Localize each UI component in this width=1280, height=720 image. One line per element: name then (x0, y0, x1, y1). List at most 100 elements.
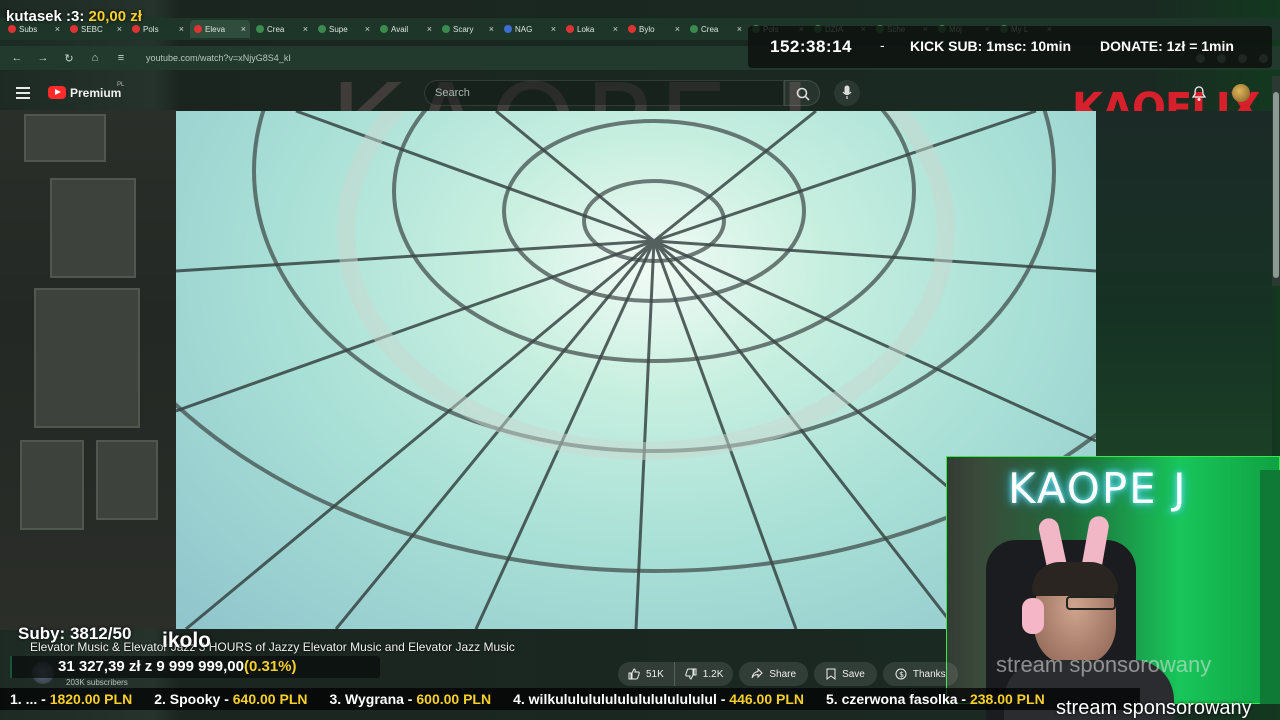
voice-search-button[interactable] (834, 80, 860, 106)
share-label: Share (769, 668, 797, 680)
leaderboard-amount: 600.00 PLN (416, 691, 492, 707)
donation-leaderboard: 1. ... - 1820.00 PLN 2. Spooky - 640.00 P… (0, 688, 1140, 710)
leaderboard-amount: 1820.00 PLN (49, 691, 133, 707)
save-label: Save (842, 668, 865, 680)
tab-label: Supe (329, 24, 348, 34)
close-tab-icon[interactable]: × (613, 24, 618, 34)
site-favicon-icon (318, 25, 326, 33)
tab-label: Crea (267, 24, 285, 34)
dislike-button[interactable]: 1.2K (673, 662, 734, 686)
browser-tab[interactable]: Loka × (562, 20, 622, 38)
close-tab-icon[interactable]: × (303, 24, 308, 34)
close-tab-icon[interactable]: × (55, 24, 60, 34)
room-background-right (1096, 111, 1272, 456)
close-tab-icon[interactable]: × (241, 24, 246, 34)
youtube-favicon-icon (70, 25, 78, 33)
forward-icon[interactable]: → (34, 52, 52, 64)
leaderboard-entry: 5. czerwona fasolka - 238.00 PLN (826, 691, 1045, 707)
close-tab-icon[interactable]: × (675, 24, 680, 34)
video-actions: 51K 1.2K Share Save $ Thanks (618, 662, 958, 686)
sponsor-label: stream sponsorowany (1056, 697, 1252, 719)
thumbs-down-icon (685, 668, 697, 680)
goal-percent: (0.31%) (243, 658, 297, 675)
bookmark-icon (826, 668, 836, 680)
leaderboard-name: 4. wilkululululululululululululul - (513, 691, 730, 707)
close-tab-icon[interactable]: × (427, 24, 432, 34)
hamburger-menu-icon[interactable] (16, 87, 30, 102)
account-avatar[interactable] (1232, 84, 1250, 102)
back-icon[interactable]: ← (8, 52, 26, 64)
subscriber-count: 203K subscribers (66, 678, 128, 687)
site-favicon-icon (256, 25, 264, 33)
like-dislike-group: 51K 1.2K (618, 662, 734, 686)
url-field[interactable]: youtube.com/watch?v=xNjyG8S4_kI (146, 53, 291, 63)
site-info-icon[interactable]: ≡ (112, 52, 130, 64)
scrollbar-thumb[interactable] (1273, 92, 1279, 278)
tab-label: Scary (453, 24, 474, 34)
browser-tab[interactable]: Crea × (252, 20, 312, 38)
poster (24, 114, 106, 162)
timer-separator: - (880, 37, 885, 53)
youtube-favicon-icon (8, 25, 16, 33)
site-favicon-icon (690, 25, 698, 33)
browser-tab[interactable]: Avail × (376, 20, 436, 38)
thanks-icon: $ (895, 668, 907, 680)
leaderboard-entry: 1. ... - 1820.00 PLN (10, 691, 132, 707)
leaderboard-entry: 4. wilkululululululululululululul - 446.… (513, 691, 804, 707)
search-button[interactable] (784, 80, 820, 106)
thumbs-up-icon (628, 668, 640, 680)
poster (96, 440, 158, 520)
home-icon[interactable]: ⌂ (86, 52, 104, 64)
youtube-favicon-icon (132, 25, 140, 33)
save-button[interactable]: Save (814, 662, 877, 686)
leaderboard-name: 3. Wygrana - (329, 691, 417, 707)
doc-favicon-icon (504, 25, 512, 33)
browser-tab[interactable]: Supe × (314, 20, 374, 38)
donation-goal-text: 31 327,39 zł z 9 999 999,00(0.31%) (58, 658, 297, 675)
close-tab-icon[interactable]: × (489, 24, 494, 34)
leaderboard-amount: 238.00 PLN (969, 691, 1045, 707)
close-tab-icon[interactable]: × (551, 24, 556, 34)
browser-tab[interactable]: Bylo × (624, 20, 684, 38)
share-icon (751, 668, 764, 679)
like-button[interactable]: 51K (618, 662, 674, 686)
room-background (0, 110, 176, 630)
tab-label: SEBC (81, 24, 103, 34)
region-label: PL (117, 82, 125, 88)
browser-tab[interactable]: Eleva × (190, 20, 250, 38)
leaderboard-entry: 3. Wygrana - 600.00 PLN (329, 691, 491, 707)
close-tab-icon[interactable]: × (737, 24, 742, 34)
donor-amount: 20,00 zł (88, 8, 142, 25)
browser-tab[interactable]: NAG × (500, 20, 560, 38)
share-button[interactable]: Share (739, 662, 809, 686)
thanks-label: Thanks (912, 668, 946, 680)
close-tab-icon[interactable]: × (117, 24, 122, 34)
stream-screen: KAOPE J Subs×SEBC×Pols×Eleva×Crea×Supe×A… (0, 0, 1280, 720)
tab-label: Crea (701, 24, 719, 34)
poster (34, 288, 140, 428)
youtube-premium-label[interactable]: Premium (70, 86, 121, 100)
subs-counter: Suby: 3812/50 (18, 624, 132, 643)
like-count: 51K (646, 668, 664, 680)
reload-icon[interactable]: ↻ (60, 52, 78, 65)
glasses (1066, 596, 1116, 610)
search-input[interactable]: Search (424, 80, 784, 106)
notifications-bell-icon[interactable] (1192, 86, 1206, 102)
browser-tab[interactable]: Scary × (438, 20, 498, 38)
search-icon (796, 87, 810, 101)
thanks-button[interactable]: $ Thanks (882, 662, 958, 686)
svg-text:$: $ (899, 670, 904, 679)
close-tab-icon[interactable]: × (365, 24, 370, 34)
donation-goal-fill (10, 656, 12, 678)
tab-label: NAG (515, 24, 533, 34)
neon-sign: KAOPE J (1008, 464, 1188, 513)
tab-label: Bylo (639, 24, 655, 34)
poster (50, 178, 136, 278)
youtube-logo-icon[interactable] (48, 86, 66, 99)
browser-tab[interactable]: Crea × (686, 20, 746, 38)
poster (20, 440, 84, 530)
goal-amount: 31 327,39 zł z 9 999 999,00 (58, 658, 244, 675)
dislike-count: 1.2K (702, 668, 724, 680)
close-tab-icon[interactable]: × (179, 24, 184, 34)
microphone-icon (842, 85, 852, 99)
